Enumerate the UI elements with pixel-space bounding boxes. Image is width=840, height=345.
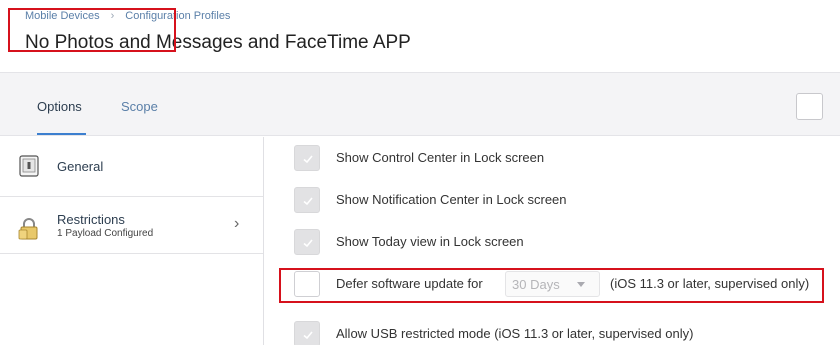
checkmark-icon (303, 331, 313, 340)
checkbox-control-center[interactable] (294, 145, 320, 171)
setting-row-usb-restricted: Allow USB restricted mode (iOS 11.3 or l… (294, 321, 834, 345)
tab-bar: Options Scope (0, 72, 840, 136)
checkmark-icon (303, 197, 313, 206)
highlight-box-restrictions (8, 8, 176, 52)
setting-label: Allow USB restricted mode (iOS 11.3 or l… (336, 326, 694, 341)
highlight-box-defer-update (279, 268, 824, 303)
setting-row-today-view: Show Today view in Lock screen (294, 229, 834, 255)
setting-row-notification-center: Show Notification Center in Lock screen (294, 187, 834, 213)
payload-count: 1 Payload Configured (57, 228, 154, 239)
device-icon (19, 155, 39, 177)
checkbox-today-view[interactable] (294, 229, 320, 255)
sidebar-item-label: General (57, 159, 104, 174)
setting-label: Show Control Center in Lock screen (336, 150, 545, 165)
sidebar-item-general[interactable]: General (0, 137, 263, 197)
tab-scope[interactable]: Scope (121, 99, 158, 114)
sidebar-item-label: Restrictions (57, 212, 125, 227)
checkbox-notification-center[interactable] (294, 187, 320, 213)
setting-row-control-center: Show Control Center in Lock screen (294, 145, 834, 171)
checkmark-icon (303, 155, 313, 164)
payload-sidebar: General Restrictions 1 Payload Configure… (0, 137, 264, 345)
padlock-icon (18, 218, 38, 240)
tab-options[interactable]: Options (37, 99, 86, 135)
setting-label: Show Notification Center in Lock screen (336, 192, 567, 207)
chevron-right-icon: › (234, 215, 240, 232)
checkmark-icon (303, 239, 313, 248)
checkbox-usb-restricted[interactable] (294, 321, 320, 345)
setting-label: Show Today view in Lock screen (336, 234, 524, 249)
sidebar-item-restrictions[interactable]: Restrictions 1 Payload Configured › (0, 197, 263, 254)
tab-bar-checkbox[interactable] (796, 93, 823, 120)
